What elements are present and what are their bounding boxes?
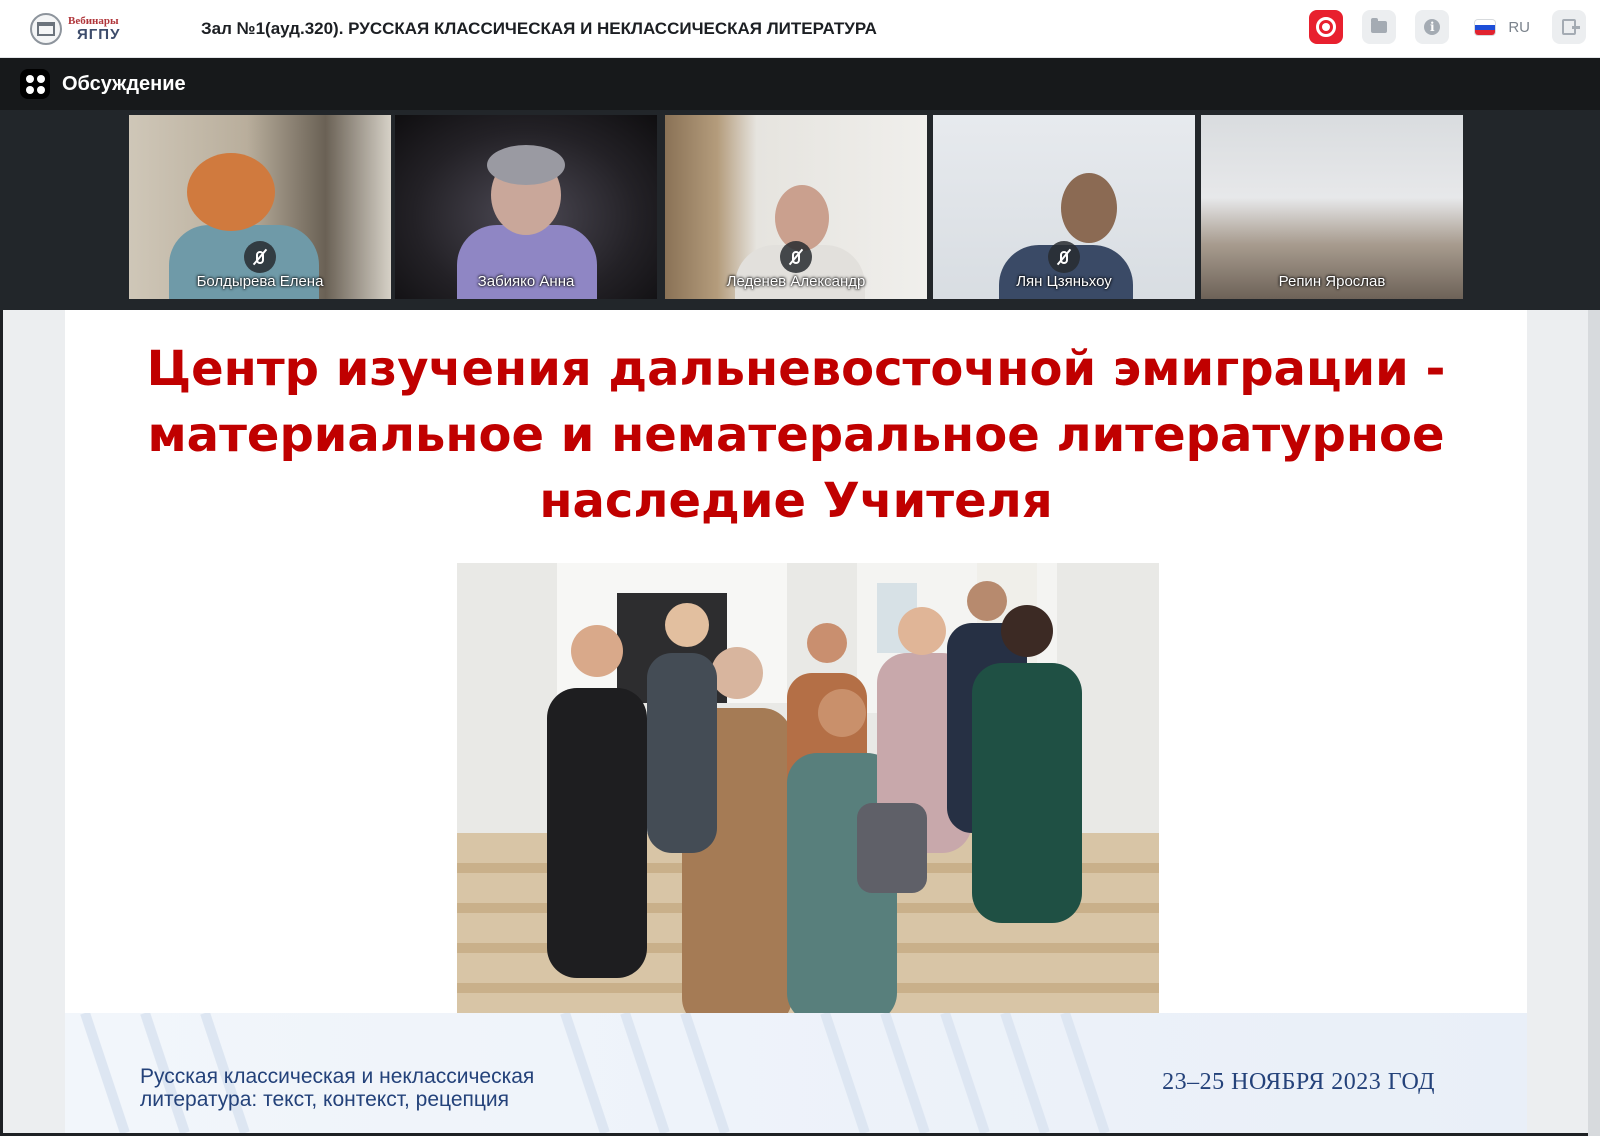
group-photo-image (457, 563, 1159, 1031)
participant-name: Репин Ярослав (1278, 273, 1386, 290)
record-icon (1316, 17, 1337, 37)
muted-mic-icon (780, 241, 812, 273)
files-button[interactable] (1362, 10, 1397, 44)
language-label[interactable]: RU (1508, 19, 1530, 36)
video-tile[interactable]: Лян Цзяньхоу (933, 115, 1195, 299)
slide-title: Центр изучения дальневосточной эмиграции… (65, 336, 1527, 534)
flag-ru-icon (1475, 19, 1496, 35)
slide-title-line: Центр изучения дальневосточной эмиграции… (146, 341, 1446, 397)
conference-name-line: Русская классическая и неклассическая (140, 1065, 535, 1088)
video-tile[interactable]: Болдырева Елена (129, 115, 391, 299)
exit-icon (1562, 19, 1580, 35)
muted-mic-icon (1048, 241, 1080, 273)
discussion-bar: Обсуждение (0, 58, 1600, 110)
presentation-slide: Центр изучения дальневосточной эмиграции… (65, 310, 1527, 1133)
group-photo (457, 563, 1159, 1031)
record-button[interactable] (1309, 10, 1344, 44)
slide-footer: Русская классическая и неклассическая ли… (65, 1013, 1527, 1133)
folder-icon (1371, 18, 1388, 33)
university-emblem-icon (30, 12, 62, 45)
top-actions: i RU (1290, 10, 1586, 44)
participants-icon[interactable] (20, 69, 50, 99)
conference-name: Русская классическая и неклассическая ли… (140, 1065, 534, 1111)
scrollbar[interactable] (1588, 310, 1600, 1136)
logo-text: Вебинары ЯГПУ (68, 14, 121, 43)
language-button[interactable] (1468, 10, 1503, 44)
presentation-area: Центр изучения дальневосточной эмиграции… (3, 310, 1588, 1133)
conference-dates: 23–25 НОЯБРЯ 2023 ГОД (1162, 1069, 1435, 1095)
participant-name: Болдырева Елена (196, 273, 324, 290)
logo[interactable]: Вебинары ЯГПУ (30, 12, 180, 45)
conference-name-line: литература: текст, контекст, рецепция (140, 1088, 510, 1111)
participant-name: Забияко Анна (477, 273, 575, 290)
top-bar: Вебинары ЯГПУ Зал №1(ауд.320). РУССКАЯ К… (0, 0, 1600, 58)
video-tile[interactable]: Репин Ярослав (1201, 115, 1463, 299)
muted-mic-icon (244, 241, 276, 273)
logo-top-text: Вебинары (68, 14, 119, 27)
info-button[interactable]: i (1415, 10, 1450, 44)
slide-title-line: наследие Учителя (539, 473, 1053, 529)
participant-name: Леденев Александр (726, 273, 866, 290)
logo-bottom-text: ЯГПУ (77, 25, 121, 43)
video-strip: Болдырева Елена Забияко Анна Леденев Але… (0, 110, 1600, 310)
participant-name: Лян Цзяньхоу (1016, 273, 1112, 290)
discussion-title: Обсуждение (62, 72, 186, 95)
video-tile[interactable]: Забияко Анна (395, 115, 657, 299)
video-tile[interactable]: Леденев Александр (665, 115, 927, 299)
exit-button[interactable] (1552, 10, 1586, 44)
info-icon: i (1424, 19, 1441, 35)
room-title: Зал №1(ауд.320). РУССКАЯ КЛАССИЧЕСКАЯ И … (201, 18, 877, 38)
slide-title-line: материальное и нематеральное литературно… (147, 407, 1445, 463)
